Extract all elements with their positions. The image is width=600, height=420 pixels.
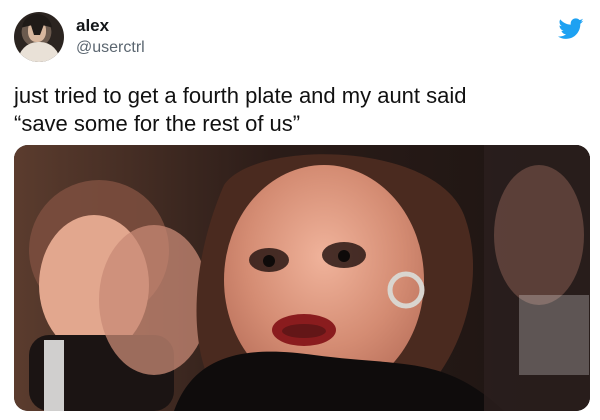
avatar-body-shape <box>18 42 60 62</box>
user-info: alex @userctrl <box>76 16 145 58</box>
display-name[interactable]: alex <box>76 16 145 36</box>
avatar[interactable] <box>14 12 64 62</box>
photo-icon <box>14 145 590 411</box>
tweet-text: just tried to get a fourth plate and my … <box>14 82 586 138</box>
tweet-media-image[interactable] <box>14 145 590 411</box>
tweet-header: alex @userctrl <box>14 12 145 62</box>
tweet-text-line-2: “save some for the rest of us” <box>14 111 301 136</box>
tweet-card: alex @userctrl just tried to get a fourt… <box>0 0 600 420</box>
user-handle[interactable]: @userctrl <box>76 38 145 58</box>
twitter-bird-icon[interactable] <box>558 18 584 40</box>
tweet-text-line-1: just tried to get a fourth plate and my … <box>14 83 467 108</box>
